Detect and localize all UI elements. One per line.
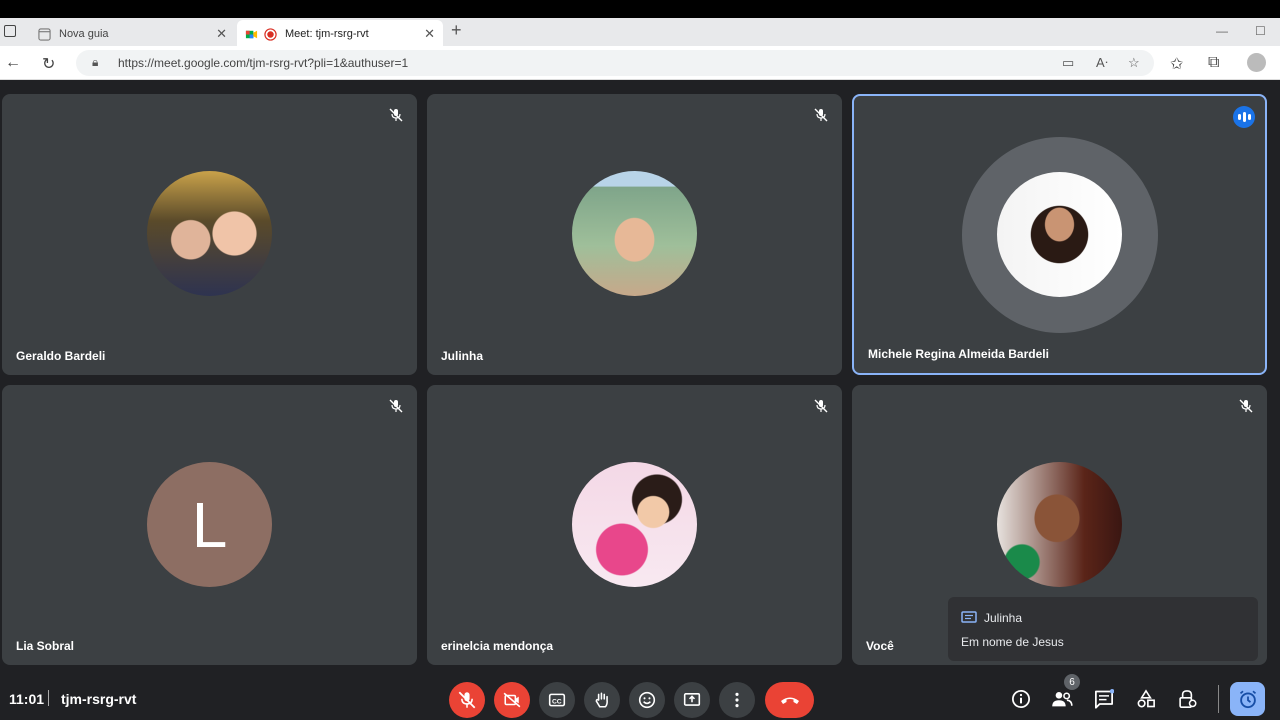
participant-name: Lia Sobral <box>16 639 75 653</box>
chat-icon <box>961 611 977 623</box>
chat-icon <box>1095 689 1114 709</box>
captions-icon: CC <box>548 693 566 707</box>
profile-avatar[interactable] <box>1247 53 1266 72</box>
activities-timer-button[interactable] <box>1230 682 1265 716</box>
mic-off-icon <box>458 691 476 709</box>
meeting-controls-bar: 11:01 tjm-rsrg-rvt CC <box>0 676 1280 720</box>
participant-tile-active-speaker[interactable]: Michele Regina Almeida Bardeli <box>852 94 1267 375</box>
mic-off-icon <box>814 108 828 122</box>
speaking-indicator-icon <box>1233 106 1255 128</box>
maximize-icon[interactable]: ☐ <box>1255 24 1266 38</box>
close-tab-icon[interactable]: ✕ <box>216 26 227 42</box>
people-count-badge: 6 <box>1064 674 1080 690</box>
people-button[interactable] <box>1051 688 1073 710</box>
read-aloud-icon[interactable]: Aᐧ <box>1096 55 1108 71</box>
meeting-details-button[interactable] <box>1010 688 1032 710</box>
present-screen-button[interactable] <box>674 682 710 718</box>
chat-button[interactable] <box>1093 688 1115 710</box>
participant-name: Você <box>866 639 894 653</box>
reactions-button[interactable] <box>629 682 665 718</box>
tab-title: Meet: tjm-rsrg-rvt <box>285 28 369 40</box>
leave-call-button[interactable] <box>765 682 814 718</box>
back-icon[interactable]: ← <box>5 54 21 72</box>
participant-name: erinelcia mendonça <box>441 639 554 653</box>
url-text: https://meet.google.com/tjm-rsrg-rvt?pli… <box>118 56 409 70</box>
page-icon <box>38 27 51 41</box>
raise-hand-button[interactable] <box>584 682 620 718</box>
tab-nova-guia[interactable]: Nova guia ✕ <box>30 20 235 48</box>
svg-text:CC: CC <box>552 698 562 705</box>
participant-photo <box>572 462 697 587</box>
emoji-icon <box>638 691 656 709</box>
google-meet-icon <box>245 30 258 38</box>
chat-sender: Julinha <box>984 611 1023 625</box>
info-icon <box>1012 690 1030 708</box>
chat-message: Em nome de Jesus <box>961 635 1064 649</box>
close-tab-icon[interactable]: ✕ <box>424 26 435 42</box>
collections-icon[interactable]: ⧉ <box>1208 54 1219 72</box>
tab-title: Nova guia <box>59 28 109 40</box>
window-top-bar <box>0 0 1280 18</box>
participant-photo <box>997 172 1122 297</box>
participant-tile[interactable]: erinelcia mendonça <box>427 385 842 665</box>
captions-button[interactable]: CC <box>539 682 575 718</box>
participant-tile[interactable]: Julinha <box>427 94 842 375</box>
shapes-icon <box>1137 689 1155 708</box>
meeting-time: 11:01 <box>9 691 45 707</box>
activities-shapes-button[interactable] <box>1135 688 1157 710</box>
divider <box>48 690 49 706</box>
participant-name: Michele Regina Almeida Bardeli <box>868 347 1049 361</box>
more-options-button[interactable] <box>719 682 755 718</box>
new-tab-icon[interactable]: + <box>451 20 462 41</box>
mic-off-icon <box>1239 399 1253 413</box>
lock-icon[interactable]: 🔒︎ <box>92 55 98 70</box>
mic-off-icon <box>389 108 403 122</box>
favorites-icon[interactable]: ✩ <box>1170 54 1183 74</box>
mic-off-icon <box>814 399 828 413</box>
hand-icon <box>595 692 608 708</box>
participant-name: Geraldo Bardeli <box>16 349 106 363</box>
address-bar-row: ← ↻ 🔒︎ https://meet.google.com/tjm-rsrg-… <box>0 46 1280 80</box>
participant-tile[interactable]: Geraldo Bardeli <box>2 94 417 375</box>
participant-letter-avatar: L <box>147 462 272 587</box>
mic-off-icon <box>389 399 403 413</box>
mic-toggle-button[interactable] <box>449 682 485 718</box>
recording-icon <box>264 27 277 41</box>
participant-tile[interactable]: L Lia Sobral <box>2 385 417 665</box>
tab-meet[interactable]: Meet: tjm-rsrg-rvt ✕ <box>237 20 443 48</box>
more-vert-icon <box>735 692 739 708</box>
chat-notification[interactable]: Julinha Em nome de Jesus <box>948 597 1258 661</box>
participant-photo <box>572 171 697 296</box>
people-icon <box>1052 692 1073 707</box>
address-bar[interactable]: 🔒︎ https://meet.google.com/tjm-rsrg-rvt?… <box>76 50 1154 76</box>
minimize-icon[interactable]: — <box>1216 24 1228 38</box>
alarm-icon <box>1239 690 1256 709</box>
tab-strip: Nova guia ✕ Meet: tjm-rsrg-rvt ✕ + — ☐ <box>0 18 1280 48</box>
camera-toggle-button[interactable] <box>494 682 530 718</box>
meeting-code: tjm-rsrg-rvt <box>61 691 137 707</box>
tab-actions-icon[interactable] <box>4 25 16 37</box>
divider <box>1218 685 1219 713</box>
camera-in-use-icon[interactable]: ▭ <box>1062 55 1074 71</box>
participant-photo <box>147 171 272 296</box>
participant-name: Julinha <box>441 349 484 363</box>
add-favorite-icon[interactable]: ☆ <box>1128 55 1140 71</box>
reload-icon[interactable]: ↻ <box>42 54 55 74</box>
participant-photo <box>997 462 1122 587</box>
lock-person-icon <box>1179 690 1197 708</box>
host-controls-button[interactable] <box>1176 688 1198 710</box>
camera-off-icon <box>503 692 521 708</box>
present-icon <box>683 693 701 706</box>
hang-up-icon <box>780 697 799 704</box>
